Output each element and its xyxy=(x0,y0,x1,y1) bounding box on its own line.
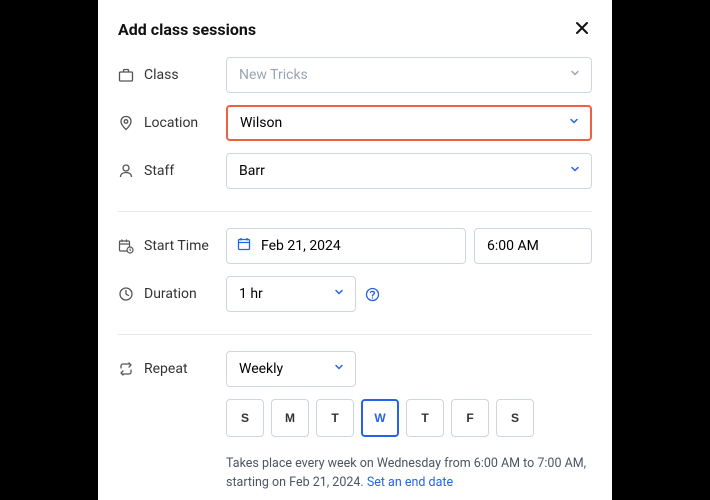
day-button-4[interactable]: T xyxy=(406,399,444,437)
location-label: Location xyxy=(144,115,216,131)
day-button-2[interactable]: T xyxy=(316,399,354,437)
field-duration: Duration 1 hr xyxy=(118,276,592,312)
location-select-value: Wilson xyxy=(240,115,282,131)
chevron-down-icon xyxy=(568,115,580,131)
day-button-5[interactable]: F xyxy=(451,399,489,437)
location-pin-icon xyxy=(118,115,134,131)
divider xyxy=(118,334,592,335)
class-select[interactable]: New Tricks xyxy=(226,57,592,93)
start-date-input[interactable]: Feb 21, 2024 xyxy=(226,228,466,264)
class-label: Class xyxy=(144,67,216,83)
start-time-value: 6:00 AM xyxy=(487,238,539,254)
calendar-icon xyxy=(237,237,251,255)
close-button[interactable] xyxy=(572,18,592,41)
modal-title: Add class sessions xyxy=(118,20,256,39)
field-location: Location Wilson xyxy=(118,105,592,141)
person-icon xyxy=(118,163,134,179)
start-time-label: Start Time xyxy=(144,238,216,254)
staff-label: Staff xyxy=(144,163,216,179)
right-blackout xyxy=(612,0,710,500)
repeat-select[interactable]: Weekly xyxy=(226,351,356,387)
field-class: Class New Tricks xyxy=(118,57,592,93)
day-picker: SMTWTFS xyxy=(226,399,534,437)
chevron-down-icon xyxy=(333,361,345,377)
help-icon[interactable] xyxy=(364,286,380,302)
chevron-down-icon xyxy=(333,286,345,302)
field-repeat: Repeat Weekly xyxy=(118,351,592,387)
briefcase-icon xyxy=(118,67,134,83)
set-end-date-link[interactable]: Set an end date xyxy=(367,475,453,490)
repeat-icon xyxy=(118,361,134,377)
field-start-time: Start Time Feb 21, 2024 6:00 AM xyxy=(118,228,592,264)
repeat-select-value: Weekly xyxy=(239,361,283,377)
field-staff: Staff Barr xyxy=(118,153,592,189)
divider xyxy=(118,211,592,212)
modal-header: Add class sessions xyxy=(118,18,592,41)
start-date-value: Feb 21, 2024 xyxy=(261,238,341,254)
duration-select-value: 1 hr xyxy=(239,286,263,302)
close-icon xyxy=(574,20,590,36)
day-button-6[interactable]: S xyxy=(496,399,534,437)
duration-select[interactable]: 1 hr xyxy=(226,276,356,312)
left-blackout xyxy=(0,0,98,500)
staff-select-value: Barr xyxy=(239,163,265,179)
calendar-clock-icon xyxy=(118,238,134,254)
repeat-label: Repeat xyxy=(144,361,216,377)
day-button-0[interactable]: S xyxy=(226,399,264,437)
duration-label: Duration xyxy=(144,286,216,302)
add-class-sessions-modal: Add class sessions Class New Tricks Loca… xyxy=(98,0,612,500)
clock-icon xyxy=(118,286,134,302)
day-button-3[interactable]: W xyxy=(361,399,399,437)
chevron-down-icon xyxy=(569,67,581,83)
staff-select[interactable]: Barr xyxy=(226,153,592,189)
repeat-summary: Takes place every week on Wednesday from… xyxy=(226,455,592,493)
chevron-down-icon xyxy=(569,163,581,179)
start-time-input[interactable]: 6:00 AM xyxy=(474,228,592,264)
day-button-1[interactable]: M xyxy=(271,399,309,437)
field-days: SMTWTFS Takes place every week on Wednes… xyxy=(118,399,592,493)
location-select[interactable]: Wilson xyxy=(226,105,592,141)
class-select-value: New Tricks xyxy=(239,67,308,83)
